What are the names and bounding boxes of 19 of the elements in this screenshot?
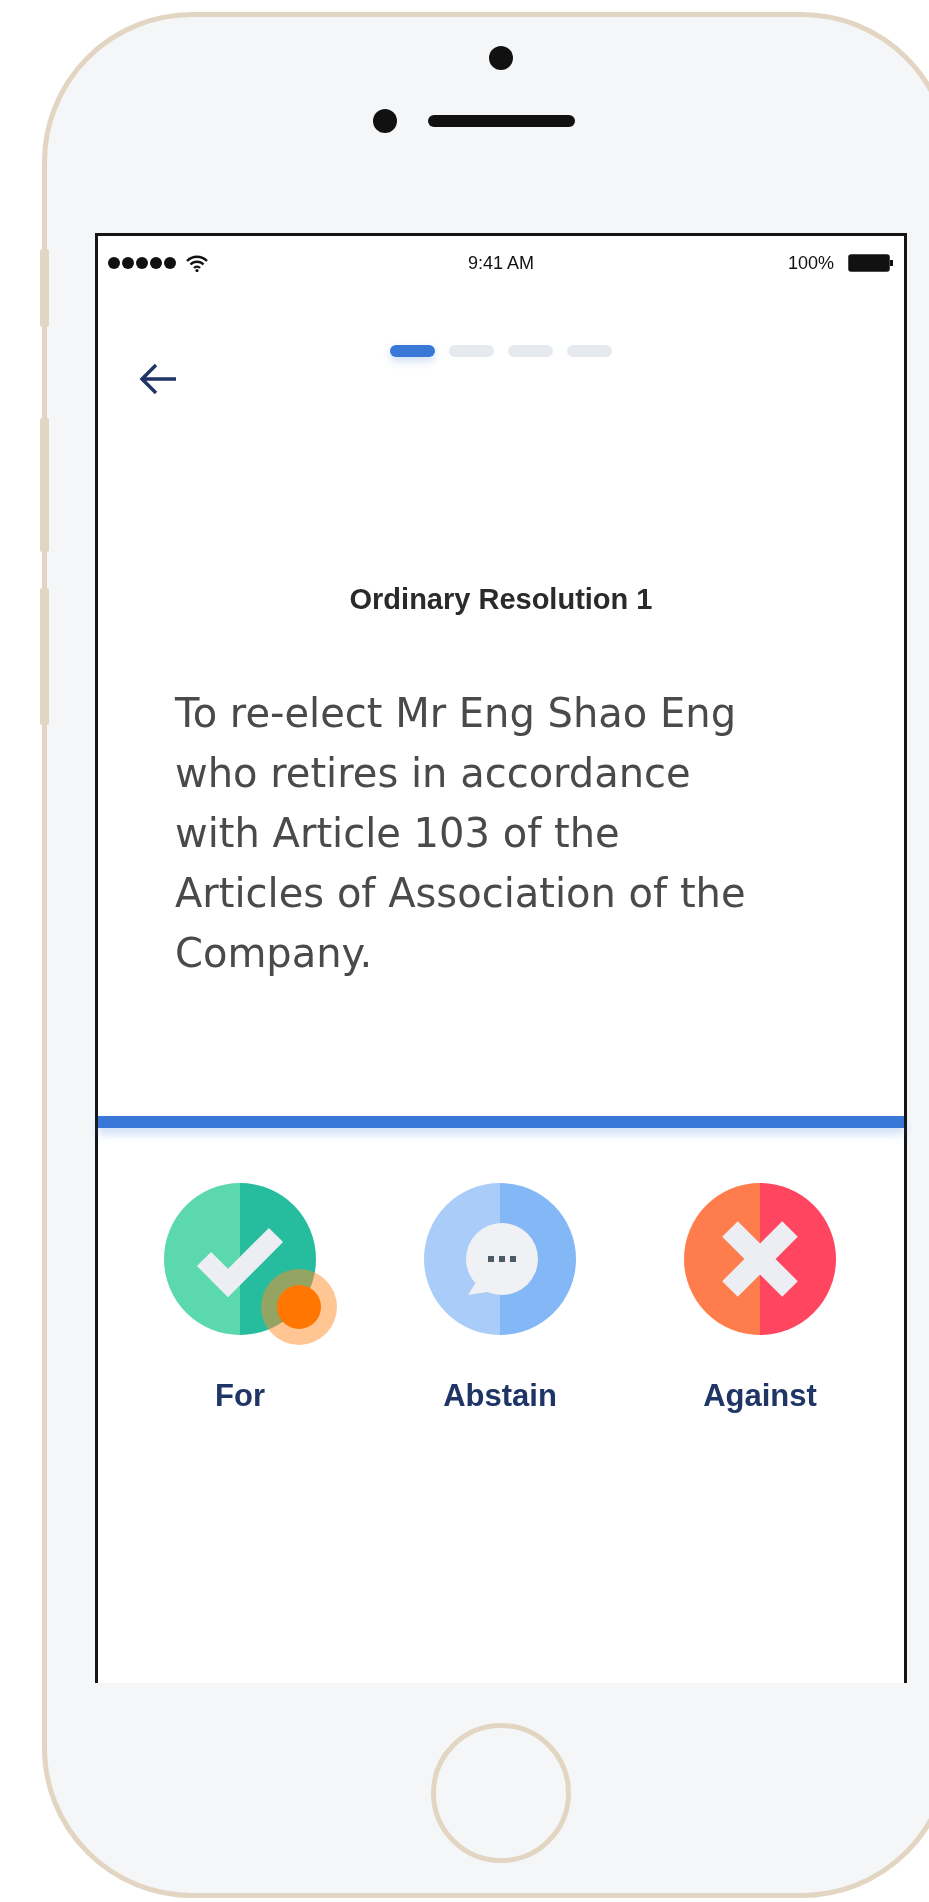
- speech-bubble-icon: [424, 1183, 576, 1335]
- sensor-dot: [372, 109, 397, 133]
- back-arrow-icon[interactable]: [138, 363, 178, 395]
- battery-percent: 100%: [787, 252, 834, 274]
- vote-option[interactable]: Abstain: [370, 1183, 630, 1416]
- battery-icon: [848, 254, 894, 272]
- resolution-text: To re-elect Mr Eng Shao Eng who retires in accordance with Article 103 of the Articles of Association of the Company.: [175, 689, 747, 978]
- status-time: 9:41 AM: [467, 252, 534, 274]
- resolution-title: Ordinary Resolution 1: [348, 582, 654, 617]
- vote-label: For: [215, 1377, 265, 1415]
- check-circle-icon: [164, 1183, 316, 1335]
- wifi-icon: [186, 254, 208, 272]
- vote-option[interactable]: Against: [630, 1183, 890, 1416]
- signal-icon: [108, 257, 176, 269]
- vote-label: Abstain: [443, 1377, 557, 1415]
- cross-circle-icon: [684, 1183, 836, 1335]
- camera-dot: [489, 46, 513, 70]
- vote-label: Against: [703, 1377, 817, 1415]
- vote-option[interactable]: For: [110, 1183, 370, 1416]
